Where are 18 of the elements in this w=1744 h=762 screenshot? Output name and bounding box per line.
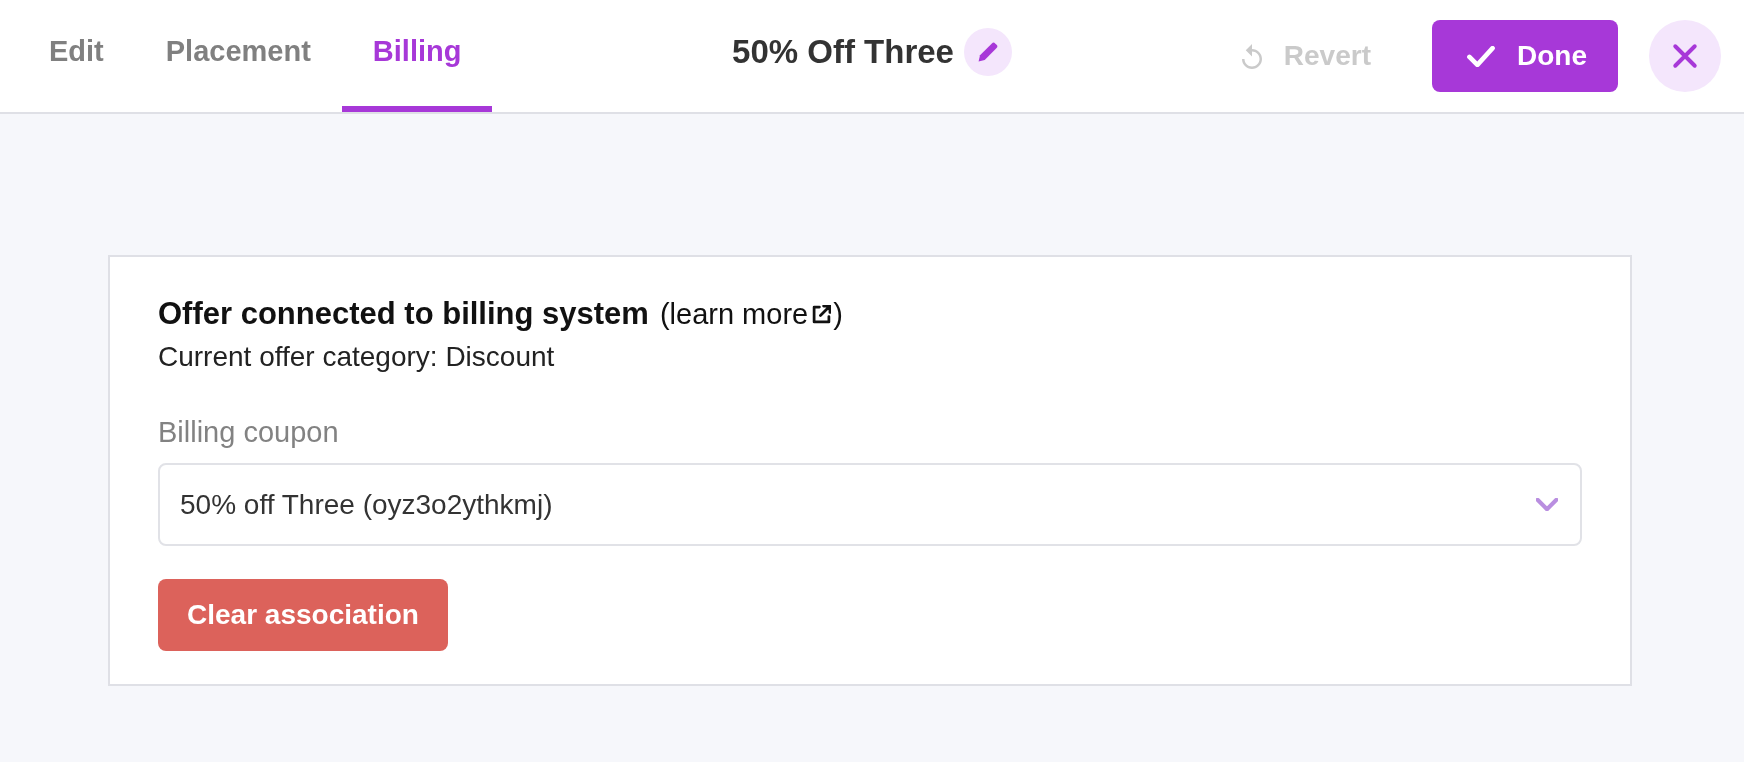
close-icon	[1672, 43, 1698, 69]
tab[interactable]: Edit	[18, 0, 135, 112]
coupon-dropdown[interactable]: 50% off Three (oyz3o2ythkmj)	[158, 463, 1582, 546]
chevron-down-icon	[1536, 498, 1558, 511]
tab[interactable]: Billing	[341, 0, 493, 112]
clear-association-button[interactable]: Clear association	[158, 579, 448, 651]
field-label: Billing coupon	[158, 415, 339, 449]
card-heading: Offer connected to billing system	[158, 295, 649, 333]
learn-more-link[interactable]: (learn more )	[659, 295, 843, 333]
external-link-icon	[812, 304, 832, 324]
offer-title: 50% Off Three	[732, 33, 954, 71]
edit-title-button[interactable]	[963, 28, 1012, 76]
checkmark-icon	[1467, 45, 1495, 67]
undo-icon	[1241, 43, 1262, 69]
tab[interactable]: Placement	[134, 0, 342, 112]
done-button[interactable]: Done	[1432, 20, 1618, 92]
offer-category-text: Current offer category: Discount	[158, 340, 555, 374]
pencil-icon	[977, 42, 998, 62]
